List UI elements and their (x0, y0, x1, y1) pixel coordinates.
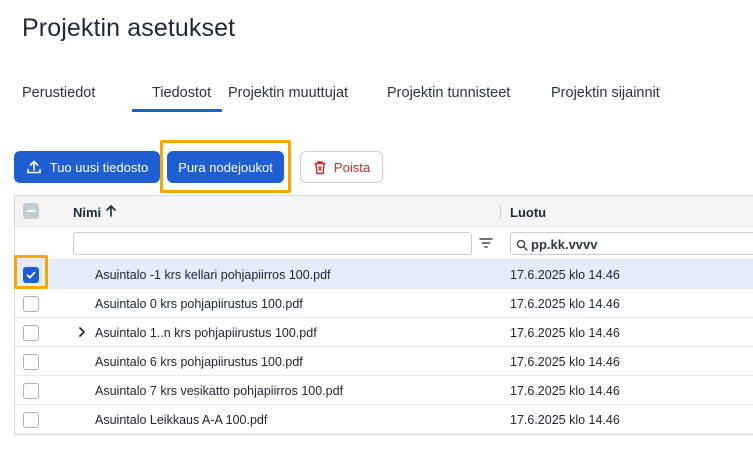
row-checkbox[interactable] (23, 354, 39, 370)
tab-tiedostot[interactable]: Tiedostot (152, 85, 211, 101)
tab-perustiedot[interactable]: Perustiedot (22, 85, 95, 101)
chevron-right-icon[interactable] (77, 325, 87, 344)
table-row[interactable]: Asuintalo 0 krs pohjapiirustus 100.pdf 1… (15, 289, 753, 318)
name-filter-input[interactable] (73, 232, 472, 255)
table-row[interactable]: Asuintalo -1 krs kellari pohjapiirros 10… (15, 260, 753, 289)
unpack-nodesets-button[interactable]: Pura nodejoukot (167, 151, 284, 183)
active-tab-indicator (132, 109, 222, 112)
table-row[interactable]: Asuintalo 7 krs vesikatto pohjapiirros 1… (15, 376, 753, 405)
tab-projektin-tunnisteet[interactable]: Projektin tunnisteet (387, 85, 510, 101)
row-checkbox[interactable] (23, 325, 39, 341)
column-header-created[interactable]: Luotu (510, 205, 546, 220)
created-date: 17.6.2025 klo 14.46 (510, 355, 620, 369)
row-checkbox[interactable] (23, 267, 39, 283)
created-filter-input[interactable]: pp.kk.vvvv (510, 232, 753, 255)
created-date: 17.6.2025 klo 14.46 (510, 268, 620, 282)
file-name: Asuintalo -1 krs kellari pohjapiirros 10… (95, 268, 331, 282)
upload-file-button[interactable]: Tuo uusi tiedosto (14, 151, 160, 183)
file-name: Asuintalo Leikkaus A-A 100.pdf (95, 413, 268, 427)
file-name: Asuintalo 6 krs pohjapiirustus 100.pdf (95, 355, 303, 369)
tab-projektin-muuttujat[interactable]: Projektin muuttujat (228, 85, 348, 101)
upload-file-label: Tuo uusi tiedosto (49, 159, 149, 175)
table-header: Nimi Luotu (15, 196, 753, 227)
delete-button[interactable]: Poista (300, 151, 383, 183)
search-icon (516, 238, 528, 256)
file-name: Asuintalo 0 krs pohjapiirustus 100.pdf (95, 297, 303, 311)
page-title: Projektin asetukset (22, 14, 236, 42)
row-checkbox[interactable] (23, 296, 39, 312)
table-row[interactable]: Asuintalo 1..n krs pohjapiirustus 100.pd… (15, 318, 753, 347)
delete-label: Poista (333, 159, 371, 175)
column-header-name[interactable]: Nimi (73, 205, 101, 220)
file-name: Asuintalo 1..n krs pohjapiirustus 100.pd… (95, 326, 317, 340)
row-checkbox[interactable] (23, 412, 39, 428)
created-filter-placeholder: pp.kk.vvvv (531, 237, 598, 252)
created-date: 17.6.2025 klo 14.46 (510, 384, 620, 398)
files-table: Nimi Luotu pp.kk.vvvv Asuintalo -1 krs k… (14, 195, 753, 435)
filter-icon[interactable] (479, 236, 493, 254)
unpack-nodesets-label: Pura nodejoukot (178, 159, 273, 175)
created-date: 17.6.2025 klo 14.46 (510, 413, 620, 427)
table-row[interactable]: Asuintalo 6 krs pohjapiirustus 100.pdf 1… (15, 347, 753, 376)
sort-ascending-icon[interactable] (105, 204, 117, 223)
tab-projektin-sijainnit[interactable]: Projektin sijainnit (551, 85, 660, 101)
table-row[interactable]: Asuintalo Leikkaus A-A 100.pdf 17.6.2025… (15, 405, 753, 434)
trash-icon (313, 160, 327, 175)
created-date: 17.6.2025 klo 14.46 (510, 297, 620, 311)
select-all-checkbox[interactable] (23, 203, 39, 219)
created-date: 17.6.2025 klo 14.46 (510, 326, 620, 340)
file-name: Asuintalo 7 krs vesikatto pohjapiirros 1… (95, 384, 344, 398)
row-checkbox[interactable] (23, 383, 39, 399)
column-separator[interactable] (500, 205, 501, 219)
filter-row: pp.kk.vvvv (15, 227, 753, 260)
upload-icon (26, 159, 42, 175)
